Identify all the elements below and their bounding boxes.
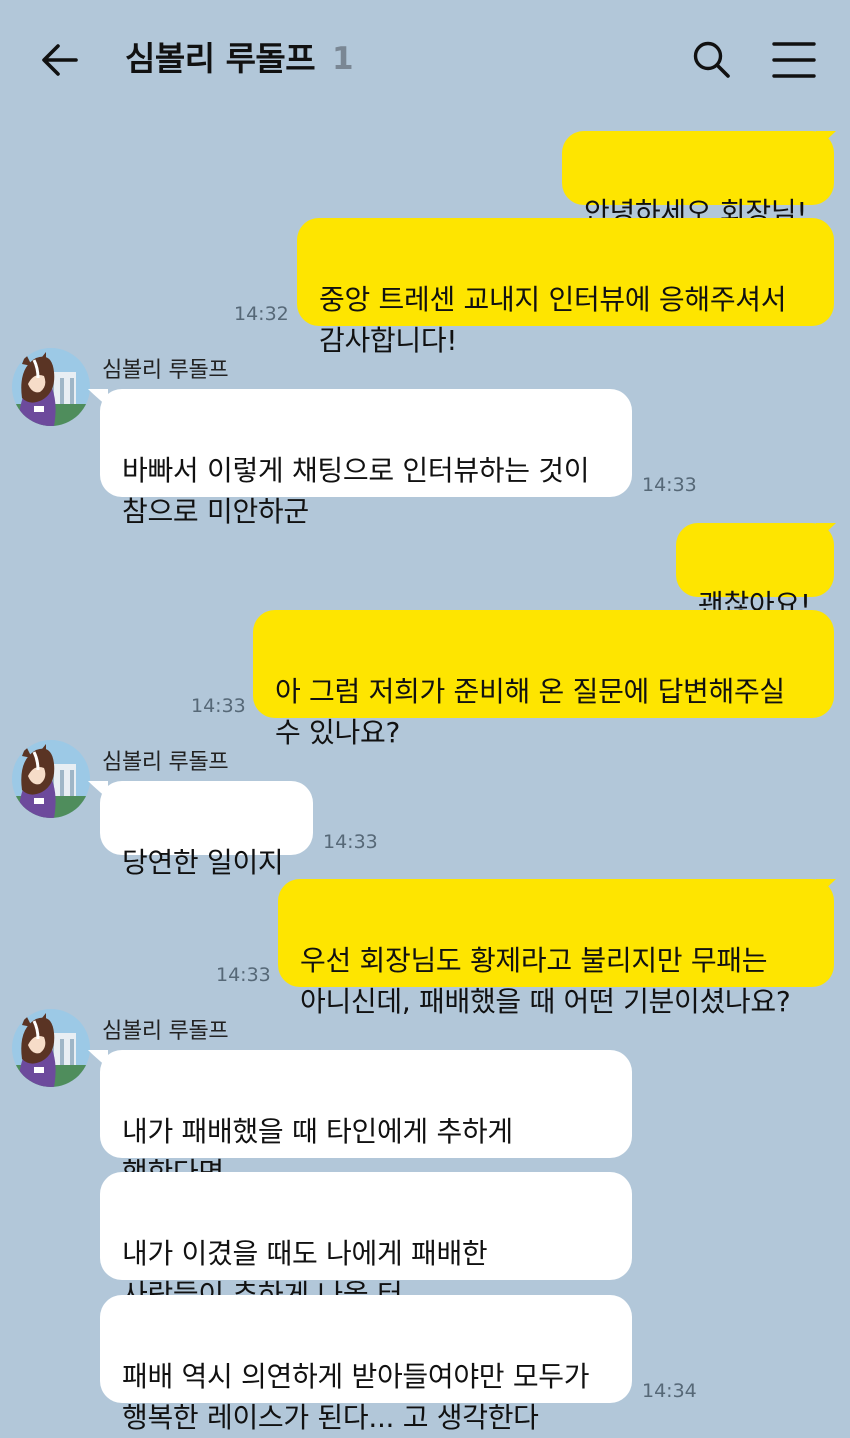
bubble-tail [816, 131, 836, 149]
chat-title: 심볼리 루돌프 [125, 39, 316, 78]
my-message-bubble[interactable]: 아 그럼 저희가 준비해 온 질문에 답변해주실 수 있나요? [253, 610, 834, 749]
my-message-bubble[interactable]: 우선 회장님도 황제라고 불리지만 무패는 아니신데, 패배했을 때 어떤 기분… [278, 879, 834, 1018]
bubble-tail [816, 523, 836, 541]
bubble-tail [88, 781, 108, 799]
menu-button[interactable] [770, 38, 818, 82]
message-text: 당연한 일이지 [122, 846, 284, 879]
my-message-bubble[interactable]: 괜찮아요! [676, 523, 834, 621]
hamburger-menu-icon [772, 42, 816, 78]
sender-name: 심볼리 루돌프 [102, 750, 229, 775]
message-text: 바빠서 이렇게 채팅으로 인터뷰하는 것이 참으로 미안하군 [122, 454, 590, 528]
profile-picture [12, 348, 90, 426]
search-button[interactable] [690, 38, 734, 82]
their-message-bubble[interactable]: 내가 이겼을 때도 나에게 패배한 사람들이 추하게 나올 터 [100, 1172, 632, 1311]
my-message-bubble[interactable]: 안녕하세오 회장님! [562, 131, 834, 229]
message-timestamp: 14:34 [642, 1380, 697, 1402]
their-message-bubble[interactable]: 당연한 일이지 [100, 781, 313, 879]
their-message-bubble[interactable]: 패배 역시 의연하게 받아들여야만 모두가 행복한 레이스가 된다... 고 생… [100, 1295, 632, 1434]
avatar[interactable] [12, 740, 90, 818]
sender-name: 심볼리 루돌프 [102, 1019, 229, 1044]
message-text: 아 그럼 저희가 준비해 온 질문에 답변해주실 수 있나요? [275, 675, 785, 749]
bubble-tail [88, 389, 108, 407]
member-count: 1 [332, 41, 354, 77]
bubble-tail [88, 1050, 108, 1068]
my-message-bubble[interactable]: 중앙 트레센 교내지 인터뷰에 응해주셔서 감사합니다! [297, 218, 834, 357]
arrow-left-icon [42, 44, 78, 76]
back-button[interactable] [38, 38, 82, 82]
bubble-tail [816, 879, 836, 897]
sender-name: 심볼리 루돌프 [102, 358, 229, 383]
chat-header: 심볼리 루돌프 1 [0, 0, 850, 120]
message-text: 패배 역시 의연하게 받아들여야만 모두가 행복한 레이스가 된다... 고 생… [122, 1360, 590, 1434]
avatar[interactable] [12, 348, 90, 426]
their-message-bubble[interactable]: 내가 패배했을 때 타인에게 추하게 행한다면 [100, 1050, 632, 1189]
profile-picture [12, 740, 90, 818]
search-icon [693, 41, 730, 78]
message-timestamp: 14:33 [323, 831, 378, 853]
message-timestamp: 14:32 [234, 303, 289, 325]
their-message-bubble[interactable]: 바빠서 이렇게 채팅으로 인터뷰하는 것이 참으로 미안하군 [100, 389, 632, 528]
message-timestamp: 14:33 [191, 695, 246, 717]
message-timestamp: 14:33 [642, 474, 697, 496]
message-text: 우선 회장님도 황제라고 불리지만 무패는 아니신데, 패배했을 때 어떤 기분… [300, 944, 791, 1018]
message-text: 중앙 트레센 교내지 인터뷰에 응해주셔서 감사합니다! [319, 283, 787, 357]
profile-picture [12, 1009, 90, 1087]
avatar[interactable] [12, 1009, 90, 1087]
message-timestamp: 14:33 [216, 964, 271, 986]
